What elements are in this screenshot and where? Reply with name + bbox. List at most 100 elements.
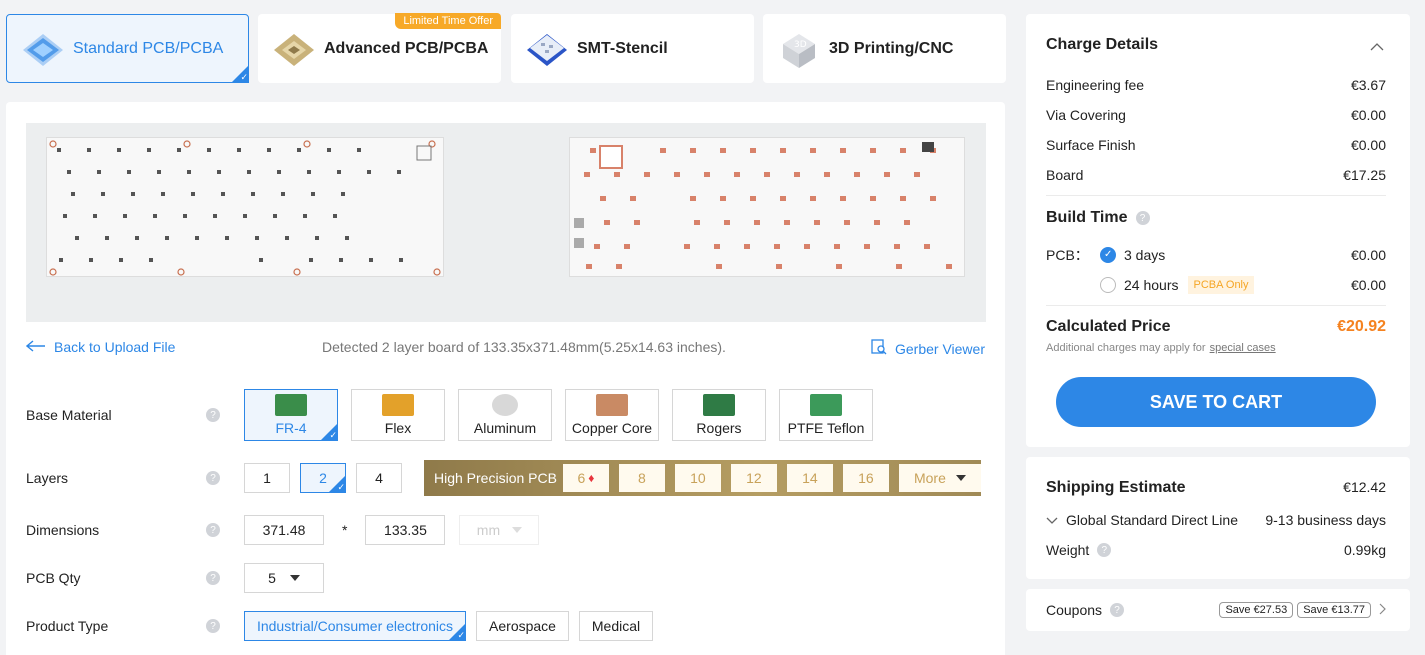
- material-label: Rogers: [696, 420, 742, 436]
- save-to-cart-button[interactable]: SAVE TO CART: [1056, 377, 1376, 427]
- charge-item: Board €17.25: [1046, 167, 1386, 183]
- qty-value: 5: [268, 570, 276, 586]
- help-icon[interactable]: ?: [206, 571, 220, 585]
- special-cases-link[interactable]: special cases: [1210, 342, 1276, 354]
- coupons-right: Save €27.53 Save €13.77: [1215, 602, 1386, 618]
- rogers-icon: [703, 394, 735, 416]
- help-icon[interactable]: ?: [206, 471, 220, 485]
- product-type-label: Industrial/Consumer electronics: [256, 618, 454, 634]
- build-option-left: PCB： 3 days: [1046, 245, 1165, 265]
- ptfe-teflon-icon: [810, 394, 842, 416]
- help-icon[interactable]: ?: [206, 523, 220, 537]
- layers-14-button[interactable]: 14: [786, 464, 833, 492]
- layers-4-button[interactable]: 4: [356, 463, 402, 493]
- charge-value: €0.00: [1350, 137, 1386, 153]
- gerber-label: Gerber Viewer: [894, 340, 985, 357]
- back-to-upload-link[interactable]: Back to Upload File: [25, 339, 175, 355]
- layer-label: 2: [319, 470, 327, 486]
- caret-down-icon: [955, 475, 966, 481]
- layers-2-button[interactable]: 2: [300, 463, 346, 493]
- tab-standard-pcb[interactable]: Standard PCB/PCBA: [6, 14, 249, 83]
- product-type-label: Medical: [591, 618, 641, 634]
- advanced-pcb-icon: [270, 28, 318, 70]
- 3d-printing-icon: 3D: [775, 28, 823, 70]
- charge-label: Via Covering: [1046, 107, 1126, 123]
- tab-label: SMT-Stencil: [577, 39, 668, 57]
- divider: [1046, 195, 1386, 196]
- layers-16-button[interactable]: 16: [842, 464, 889, 492]
- pcb-label: PCB：: [1046, 247, 1089, 263]
- help-icon[interactable]: ?: [1110, 603, 1125, 617]
- tab-label: 3D Printing/CNC: [829, 39, 954, 57]
- additional-charges-note: Additional charges may apply for special…: [1046, 342, 1386, 354]
- build-option-label: 3 days: [1124, 247, 1166, 263]
- material-fr4-button[interactable]: FR-4: [244, 389, 338, 441]
- note-text: Additional charges may apply for: [1046, 342, 1206, 354]
- layers-10-button[interactable]: 10: [674, 464, 721, 492]
- layer-label: 6: [577, 470, 586, 486]
- tab-advanced-pcb[interactable]: Advanced PCB/PCBA Limited Time Offer: [258, 13, 501, 83]
- weight-label: Weight: [1046, 542, 1090, 558]
- coupons-label: Coupons: [1046, 602, 1103, 618]
- width-input[interactable]: 133.35: [365, 515, 446, 545]
- build-option-3-days[interactable]: PCB： 3 days €0.00: [1046, 245, 1386, 265]
- board-bottom-view: [569, 137, 965, 277]
- help-icon[interactable]: ?: [1135, 211, 1150, 225]
- build-option-left: 24 hours PCBA Only: [1046, 276, 1254, 294]
- material-label: FR-4: [275, 420, 307, 436]
- coupons-left: Coupons ?: [1046, 602, 1140, 618]
- material-ptfe-teflon-button[interactable]: PTFE Teflon: [779, 389, 873, 441]
- more-label: More: [913, 470, 946, 486]
- help-icon[interactable]: ?: [206, 408, 220, 422]
- gerber-preview: [26, 123, 986, 322]
- promo-badge: Limited Time Offer: [395, 13, 501, 29]
- detected-board-info: Detected 2 layer board of 133.35x371.48m…: [322, 339, 726, 355]
- pcba-only-badge: PCBA Only: [1188, 276, 1254, 294]
- pcb-config-panel: Back to Upload File Detected 2 layer boa…: [6, 102, 1005, 655]
- tab-3d-printing[interactable]: 3D 3D Printing/CNC: [763, 14, 1006, 83]
- charge-value: €3.67: [1350, 77, 1386, 93]
- hot-flame-icon: ♦: [588, 471, 595, 485]
- material-copper-core-button[interactable]: Copper Core: [565, 389, 659, 441]
- charge-details-title: Charge Details: [1046, 36, 1159, 53]
- caret-down-icon: [512, 527, 523, 533]
- layers-6-button[interactable]: 6 ♦: [562, 464, 609, 492]
- build-time-header: Build Time ?: [1046, 209, 1386, 227]
- radio-selected-icon[interactable]: [1100, 247, 1116, 263]
- material-flex-button[interactable]: Flex: [351, 389, 445, 441]
- shipping-method-label: Global Standard Direct Line: [1066, 512, 1238, 528]
- material-aluminum-button[interactable]: Aluminum: [458, 389, 552, 441]
- collapse-chevron-icon[interactable]: [1370, 38, 1384, 54]
- field-label: Layers: [26, 470, 69, 486]
- coupons-card[interactable]: Coupons ? Save €27.53 Save €13.77: [1026, 589, 1410, 631]
- selected-check-icon: [231, 65, 249, 83]
- layers-more-dropdown[interactable]: More: [898, 464, 981, 492]
- shipping-estimate-card: Shipping Estimate €12.42 Global Standard…: [1026, 457, 1410, 579]
- product-type-industrial-button[interactable]: Industrial/Consumer electronics: [244, 611, 466, 641]
- help-icon[interactable]: ?: [206, 619, 220, 633]
- help-icon[interactable]: ?: [1097, 543, 1112, 557]
- shipping-method-row[interactable]: Global Standard Direct Line 9-13 busines…: [1046, 512, 1386, 528]
- smt-stencil-icon: [523, 28, 571, 70]
- high-precision-group: High Precision PCB 6 ♦ 8 10 12 14 16 More: [424, 460, 981, 496]
- tab-label: Advanced PCB/PCBA: [324, 39, 489, 57]
- unit-label: mm: [476, 522, 501, 538]
- unit-select[interactable]: mm: [459, 515, 540, 545]
- gerber-viewer-link[interactable]: Gerber Viewer: [871, 339, 985, 358]
- radio-unselected-icon[interactable]: [1100, 277, 1116, 293]
- tab-smt-stencil[interactable]: SMT-Stencil: [511, 14, 754, 83]
- cart-label: SAVE TO CART: [1149, 391, 1283, 412]
- layers-12-button[interactable]: 12: [730, 464, 777, 492]
- build-option-24-hours[interactable]: 24 hours PCBA Only €0.00: [1046, 276, 1386, 294]
- length-input[interactable]: 371.48: [244, 515, 324, 545]
- build-option-value: €0.00: [1350, 247, 1386, 263]
- product-type-medical-button[interactable]: Medical: [579, 611, 653, 641]
- pcb-qty-select[interactable]: 5: [244, 563, 324, 593]
- material-rogers-button[interactable]: Rogers: [672, 389, 766, 441]
- chevron-down-icon: [1046, 512, 1058, 528]
- shipping-header: Shipping Estimate €12.42: [1046, 479, 1386, 497]
- layers-8-button[interactable]: 8: [618, 464, 665, 492]
- layer-label: 4: [375, 470, 383, 486]
- product-type-aerospace-button[interactable]: Aerospace: [476, 611, 569, 641]
- layers-1-button[interactable]: 1: [244, 463, 290, 493]
